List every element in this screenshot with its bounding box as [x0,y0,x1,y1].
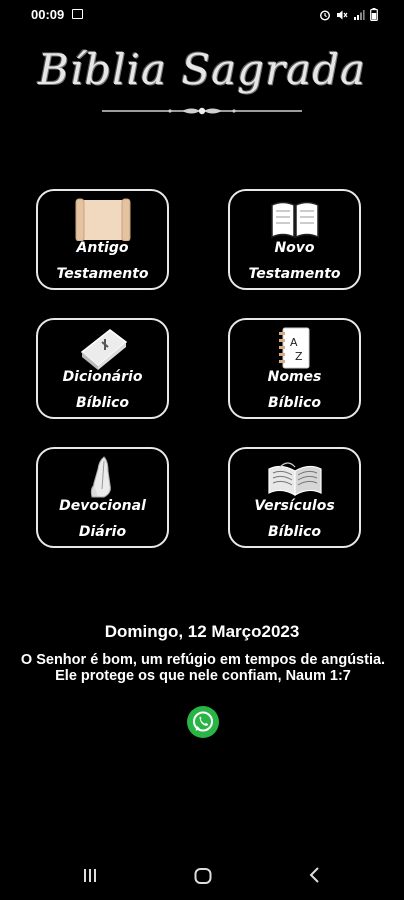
tile-label-line1: Dicionário [62,369,143,385]
alarm-icon [319,9,331,21]
status-bar: 00:09 [0,0,404,30]
antigo-testamento-button[interactable]: Antigo Testamento [36,189,169,290]
tile-label-line1: Versículos [254,498,335,514]
signal-icon [354,9,365,20]
tile-label-line1: Antigo [76,240,129,256]
tile-label-line2: Testamento [56,266,149,282]
tile-label-line2: Bíblico [267,524,321,540]
versiculos-biblico-button[interactable]: Versículos Bíblico [228,447,361,548]
svg-text:Z: Z [295,350,303,363]
title-ornament-icon [102,107,302,115]
back-icon[interactable] [306,866,324,884]
home-icon[interactable] [193,866,213,886]
novo-testamento-button[interactable]: Novo Testamento [228,189,361,290]
whatsapp-icon [193,711,213,732]
status-icons [319,8,378,21]
app-title: Bíblia Sagrada [37,45,367,94]
verse-date: Domingo, 12 Março2023 [104,622,300,641]
tile-label-line2: Testamento [248,266,341,282]
dicionario-biblico-button[interactable]: Dicionário Bíblico [36,318,169,419]
whatsapp-share-button[interactable] [187,706,219,738]
tile-label-line2: Bíblico [75,395,129,411]
tile-label-line1: Novo [274,240,315,256]
battery-icon [370,8,378,21]
system-nav-bar [0,852,404,900]
recents-icon[interactable] [81,866,99,884]
mute-icon [337,10,348,19]
daily-verse-text: O Senhor é bom, um refúgio em tempos de … [20,652,386,684]
status-time: 00:09 [31,7,65,22]
tile-label-line1: Devocional [59,498,146,514]
nomes-biblico-button[interactable]: A Z Nomes Bíblico [228,318,361,419]
tile-label-line2: Bíblico [267,395,321,411]
image-icon [72,9,83,19]
tile-label-line1: Nomes [267,369,322,385]
tile-label-line2: Diário [78,524,127,540]
devocional-diario-button[interactable]: Devocional Diário [36,447,169,548]
svg-text:A: A [290,336,298,349]
